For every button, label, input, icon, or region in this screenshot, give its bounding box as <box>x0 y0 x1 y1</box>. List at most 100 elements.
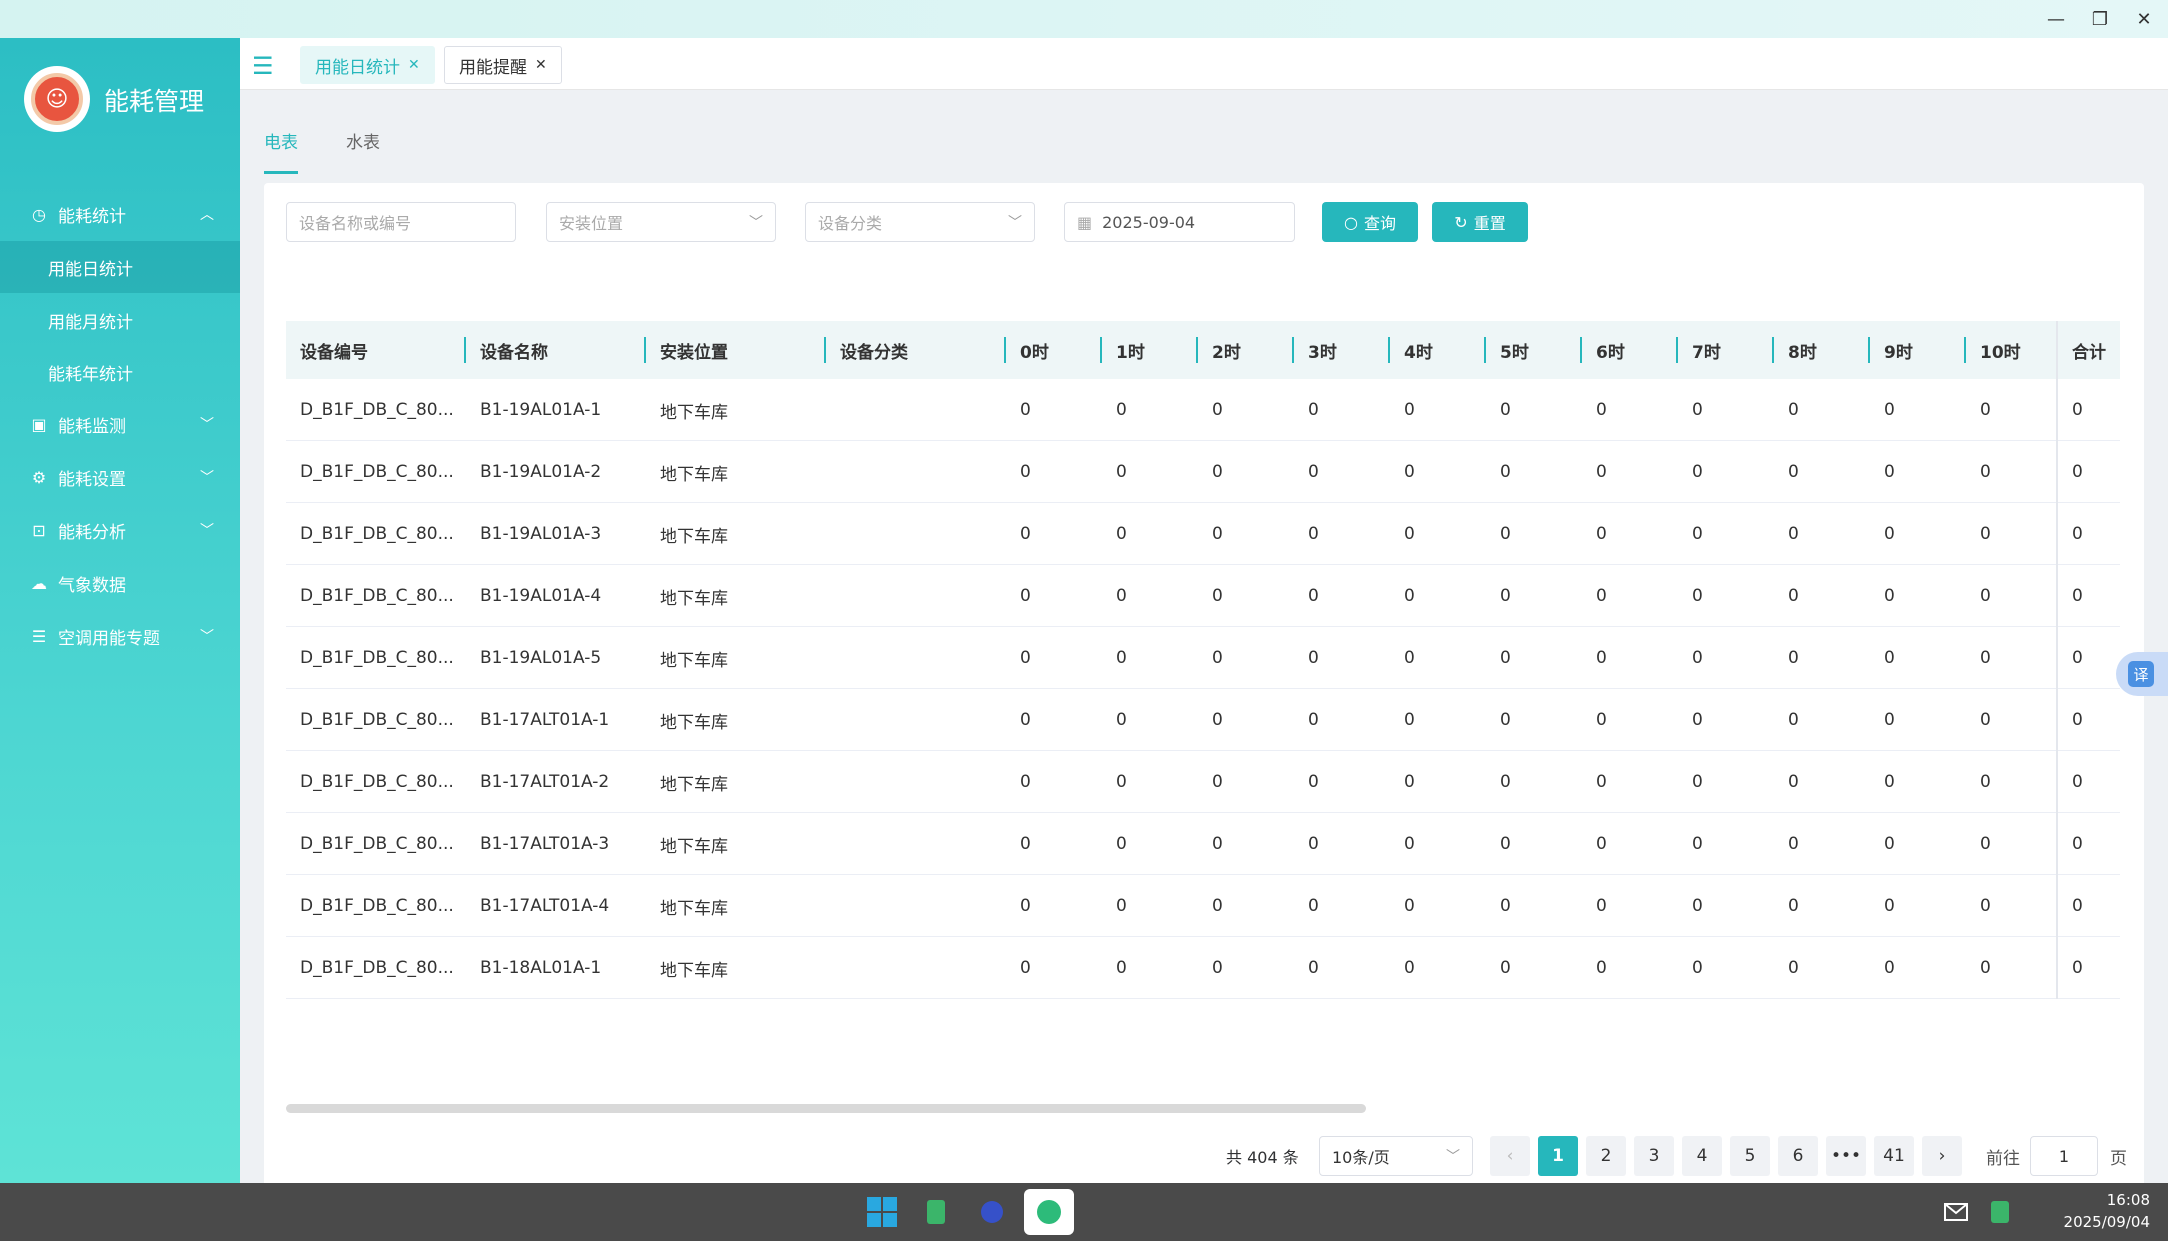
prev-page-button[interactable]: ‹ <box>1490 1136 1530 1176</box>
table-cell: D_B1F_DB_C_80... <box>300 772 454 792</box>
tab-electric-meter[interactable]: 电表 <box>264 120 298 174</box>
menu-energy-settings[interactable]: ⚙ 能耗设置 ﹀ <box>0 451 240 503</box>
table-cell: 0 <box>2072 524 2083 544</box>
table-cell: 0 <box>1884 462 1895 482</box>
button-label: 重置 <box>1473 214 1506 233</box>
minimize-button[interactable]: — <box>2034 0 2078 38</box>
menu-energy-stats[interactable]: ◷ 能耗统计 ︿ <box>0 188 240 240</box>
table-cell: 地下车库 <box>660 774 728 795</box>
windows-start-icon[interactable] <box>862 1192 902 1232</box>
page-button[interactable]: 5 <box>1730 1136 1770 1176</box>
table-cell: 0 <box>1212 772 1223 792</box>
column-header: 设备分类 <box>826 321 1006 379</box>
menu-toggle-icon[interactable]: ☰ <box>252 52 274 80</box>
translate-button[interactable]: 译 <box>2116 652 2168 696</box>
energy-app-icon[interactable] <box>1024 1189 1074 1235</box>
table-cell: 0 <box>1308 648 1319 668</box>
goto-page-input[interactable]: 1 <box>2030 1136 2098 1176</box>
table-row[interactable]: D_B1F_DB_C_80... B1-19AL01A-2 地下车库 0 0 0 0 0 0 0 0… <box>286 441 2120 503</box>
menu-energy-analysis[interactable]: ⊡ 能耗分析 ﹀ <box>0 504 240 556</box>
table-cell: 0 <box>1596 896 1607 916</box>
table-cell <box>826 875 1006 937</box>
table-cell: 0 <box>1404 896 1415 916</box>
table-cell: 0 <box>1884 648 1895 668</box>
table-cell: 0 <box>2072 772 2083 792</box>
query-button[interactable]: ○ 查询 <box>1322 202 1418 242</box>
page-button[interactable]: 1 <box>1538 1136 1578 1176</box>
mail-icon[interactable] <box>1936 1192 1976 1232</box>
table-cell: 0 <box>2072 958 2083 978</box>
menu-weather-data[interactable]: ☁ 气象数据 <box>0 557 240 609</box>
submenu-yearly-stats[interactable]: 能耗年统计 <box>0 346 240 398</box>
table-row[interactable]: D_B1F_DB_C_80... B1-19AL01A-5 地下车库 0 0 0 0 0 0 0 0… <box>286 627 2120 689</box>
tab-daily-stats[interactable]: 用能日统计 ✕ <box>300 46 435 84</box>
table-cell: D_B1F_DB_C_80... <box>300 648 454 668</box>
table-cell: 0 <box>1596 462 1607 482</box>
table-row[interactable]: D_B1F_DB_C_80... B1-18AL01A-1 地下车库 0 0 0 0 0 0 0 0… <box>286 937 2120 999</box>
table-cell: 0 <box>1692 896 1703 916</box>
date-picker[interactable]: ▦ 2025-09-04 <box>1064 202 1295 242</box>
table-cell: B1-18AL01A-1 <box>480 958 602 978</box>
table-cell: 地下车库 <box>660 588 728 609</box>
menu-energy-monitor[interactable]: ▣ 能耗监测 ﹀ <box>0 398 240 450</box>
table-cell: 0 <box>2072 462 2083 482</box>
tray-app-icon[interactable] <box>1980 1192 2020 1232</box>
table-row[interactable]: D_B1F_DB_C_80... B1-19AL01A-1 地下车库 0 0 0 0 0 0 0 0… <box>286 379 2120 441</box>
table-cell: 0 <box>1500 524 1511 544</box>
table-cell: 0 <box>1116 400 1127 420</box>
table-cell: 0 <box>1308 896 1319 916</box>
more-pages-button[interactable]: ••• <box>1826 1136 1866 1176</box>
table-row[interactable]: D_B1F_DB_C_80... B1-19AL01A-3 地下车库 0 0 0 0 0 0 0 0… <box>286 503 2120 565</box>
table-cell: 0 <box>1692 462 1703 482</box>
table-row[interactable]: D_B1F_DB_C_80... B1-19AL01A-4 地下车库 0 0 0 0 0 0 0 0… <box>286 565 2120 627</box>
page-button[interactable]: 2 <box>1586 1136 1626 1176</box>
reset-button[interactable]: ↻ 重置 <box>1432 202 1528 242</box>
table-cell: 0 <box>1212 524 1223 544</box>
table-row[interactable]: D_B1F_DB_C_80... B1-17ALT01A-3 地下车库 0 0 0 0 0 0 0… <box>286 813 2120 875</box>
table-cell: 0 <box>1404 834 1415 854</box>
table-row[interactable]: D_B1F_DB_C_80... B1-17ALT01A-4 地下车库 0 0 0 0 0 0 0… <box>286 875 2120 937</box>
clock[interactable]: 16:08 2025/09/04 <box>2040 1189 2150 1233</box>
table-cell: 0 <box>1692 648 1703 668</box>
location-select[interactable]: 安装位置 ﹀ <box>546 202 776 242</box>
table-row[interactable]: D_B1F_DB_C_80... B1-17ALT01A-2 地下车库 0 0 0 0 0 0 0… <box>286 751 2120 813</box>
page-button[interactable]: 6 <box>1778 1136 1818 1176</box>
table-cell: 地下车库 <box>660 898 728 919</box>
table-cell: 0 <box>1788 772 1799 792</box>
table-cell: D_B1F_DB_C_80... <box>300 400 454 420</box>
table-row[interactable]: D_B1F_DB_C_80... B1-17ALT01A-1 地下车库 0 0 0 0 0 0 0… <box>286 689 2120 751</box>
table-cell: 0 <box>1980 462 1991 482</box>
next-page-button[interactable]: › <box>1922 1136 1962 1176</box>
chevron-down-icon: ﹀ <box>1446 1149 1460 1165</box>
table-cell: 0 <box>1020 834 1031 854</box>
table-cell: B1-17ALT01A-4 <box>480 896 610 916</box>
table-cell: 0 <box>1980 586 1991 606</box>
table-cell: B1-17ALT01A-2 <box>480 772 610 792</box>
tab-energy-alert[interactable]: 用能提醒 ✕ <box>444 46 562 84</box>
tab-water-meter[interactable]: 水表 <box>346 120 380 164</box>
submenu-monthly-stats[interactable]: 用能月统计 <box>0 294 240 346</box>
close-window-button[interactable]: ✕ <box>2122 0 2166 38</box>
close-icon[interactable]: ✕ <box>408 57 420 73</box>
table-cell: 0 <box>1212 958 1223 978</box>
page-button[interactable]: 3 <box>1634 1136 1674 1176</box>
device-search-input[interactable]: 设备名称或编号 <box>286 202 516 242</box>
restore-button[interactable]: ❐ <box>2078 0 2122 38</box>
table-cell: B1-17ALT01A-3 <box>480 834 610 854</box>
submenu-daily-stats[interactable]: 用能日统计 <box>0 241 240 293</box>
page-button[interactable]: 41 <box>1874 1136 1914 1176</box>
menu-label: 能耗统计 <box>58 206 126 227</box>
security-app-icon[interactable] <box>972 1192 1012 1232</box>
category-select[interactable]: 设备分类 ﹀ <box>805 202 1035 242</box>
cloud-icon: ☁ <box>31 573 47 593</box>
horizontal-scrollbar[interactable] <box>286 1104 1366 1113</box>
table-cell: B1-17ALT01A-1 <box>480 710 610 730</box>
page-size-select[interactable]: 10条/页 ﹀ <box>1319 1136 1473 1176</box>
time-text: 16:08 <box>2106 1191 2150 1209</box>
page-button[interactable]: 4 <box>1682 1136 1722 1176</box>
column-header: 7时 <box>1678 321 1774 379</box>
table-cell: 0 <box>1596 586 1607 606</box>
app-green-icon[interactable] <box>916 1192 956 1232</box>
close-icon[interactable]: ✕ <box>535 57 547 73</box>
menu-hvac-topic[interactable]: ☰ 空调用能专题 ﹀ <box>0 610 240 662</box>
